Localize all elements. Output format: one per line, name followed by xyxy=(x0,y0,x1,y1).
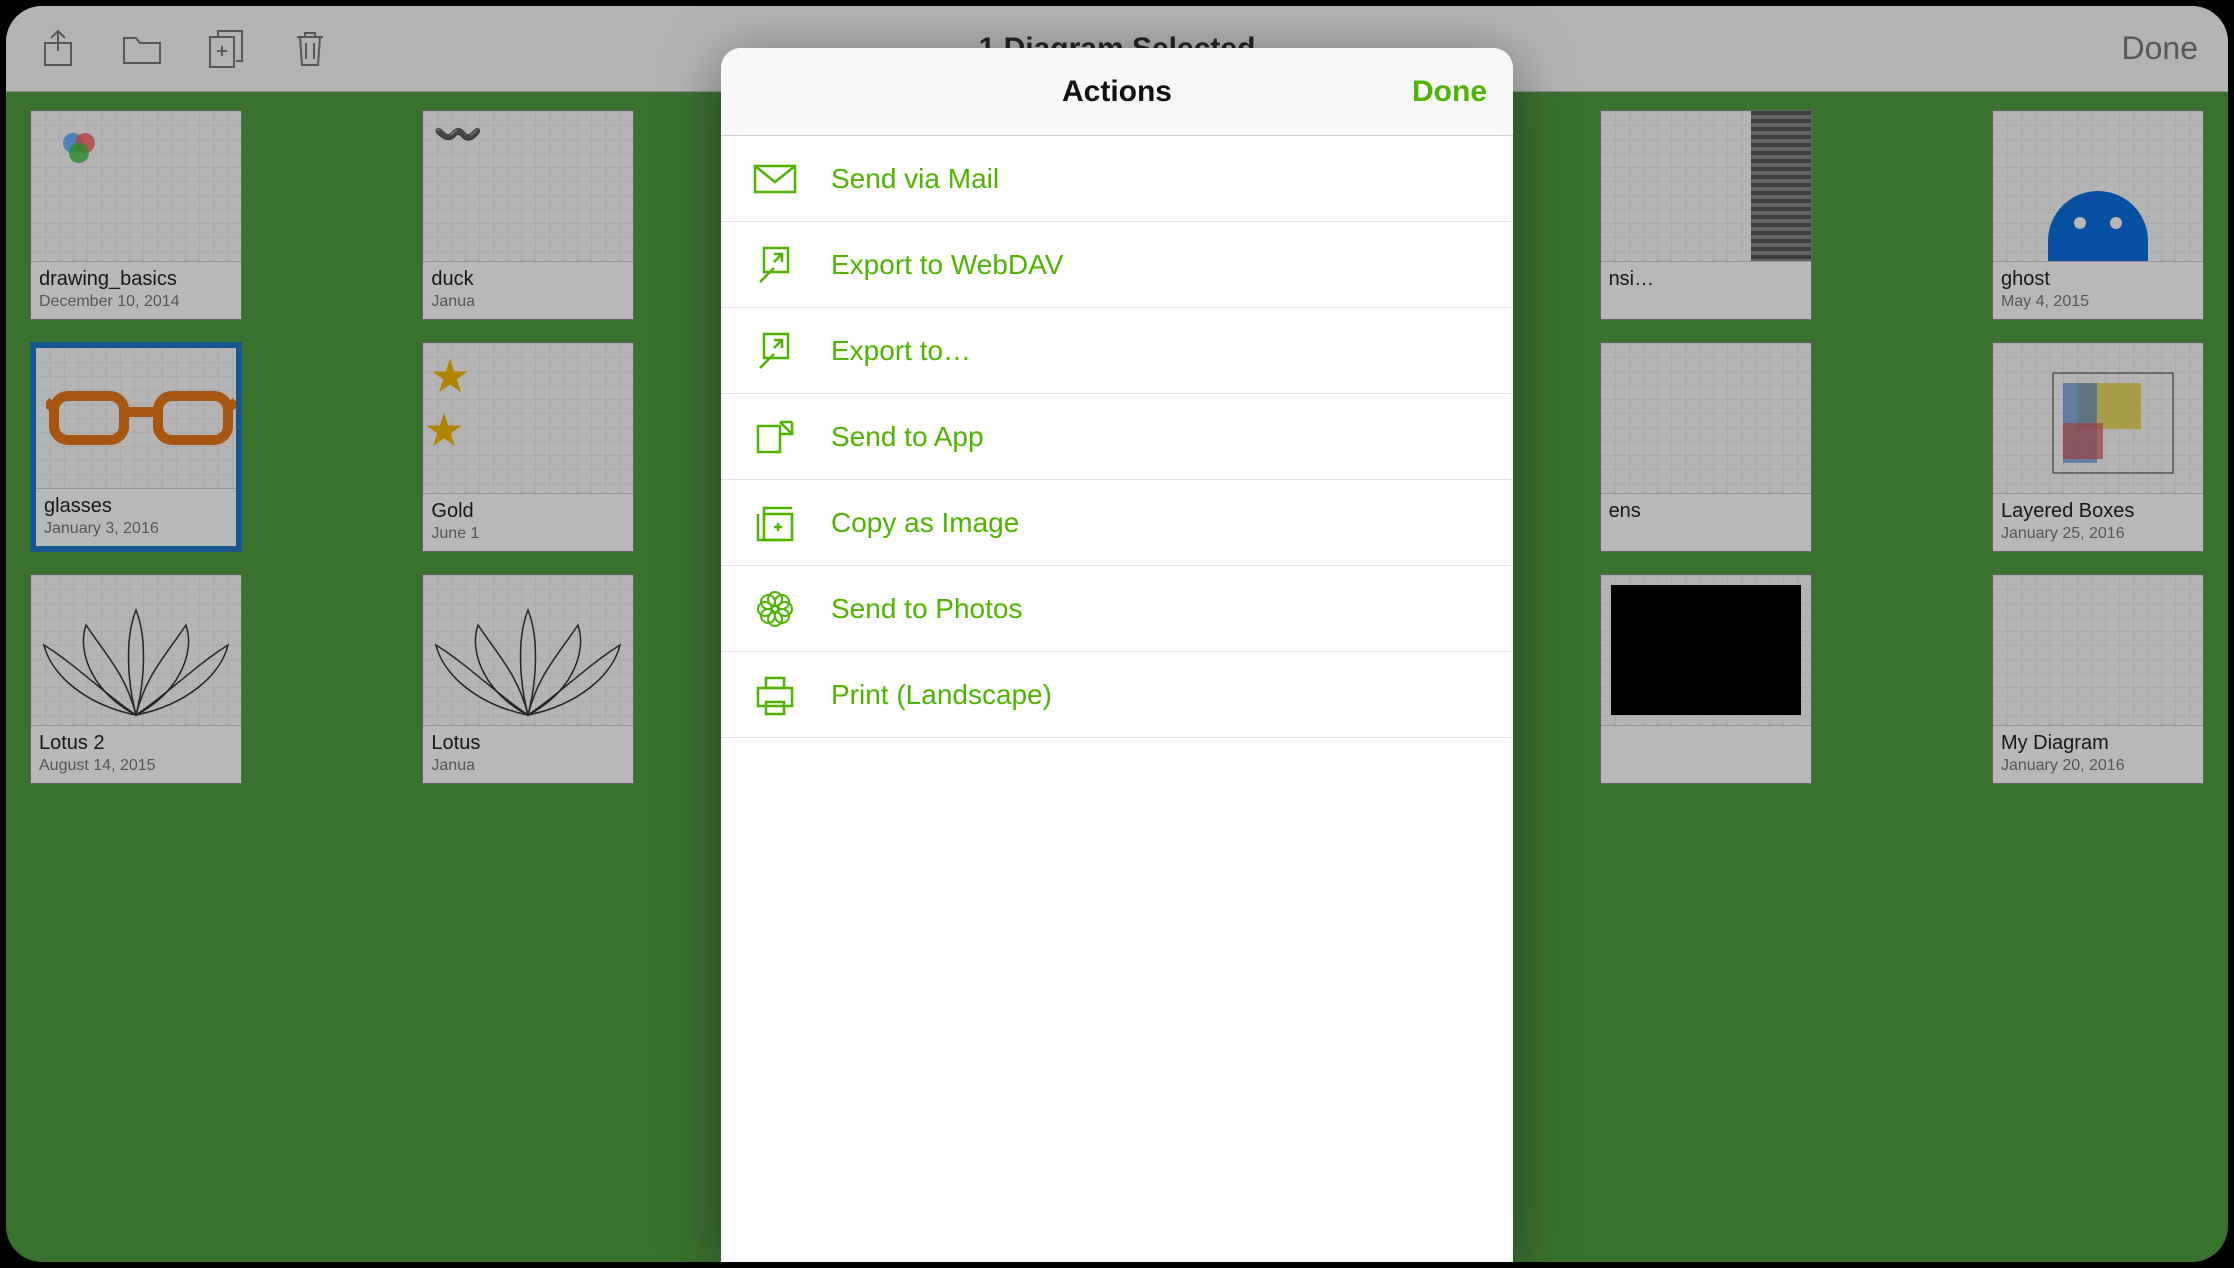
done-button-popover[interactable]: Done xyxy=(1412,75,1487,109)
action-export-to-webdav[interactable]: Export to WebDAV xyxy=(721,222,1513,308)
mail-icon xyxy=(751,155,799,203)
action-label: Print (Landscape) xyxy=(831,679,1052,711)
send-app-icon xyxy=(751,413,799,461)
action-send-via-mail[interactable]: Send via Mail xyxy=(721,136,1513,222)
print-icon xyxy=(751,671,799,719)
action-label: Send via Mail xyxy=(831,163,999,195)
export-icon xyxy=(751,327,799,375)
export-icon xyxy=(751,241,799,289)
action-label: Export to WebDAV xyxy=(831,249,1063,281)
action-label: Send to Photos xyxy=(831,593,1022,625)
action-label: Send to App xyxy=(831,421,984,453)
app-window: 1 Diagram Selected Done drawing_basics D… xyxy=(6,6,2228,1262)
action-send-to-app[interactable]: Send to App xyxy=(721,394,1513,480)
action-export-to[interactable]: Export to… xyxy=(721,308,1513,394)
copy-image-icon xyxy=(751,499,799,547)
action-send-to-photos[interactable]: Send to Photos xyxy=(721,566,1513,652)
action-copy-as-image[interactable]: Copy as Image xyxy=(721,480,1513,566)
action-label: Export to… xyxy=(831,335,971,367)
popover-list: Send via Mail Export to WebDAV Export to… xyxy=(721,136,1513,1262)
popover-header: Actions Done xyxy=(721,48,1513,136)
actions-popover: Actions Done Send via Mail Export to Web… xyxy=(721,48,1513,1262)
popover-title: Actions xyxy=(1062,75,1172,109)
photos-icon xyxy=(751,585,799,633)
action-label: Copy as Image xyxy=(831,507,1019,539)
action-print-landscape[interactable]: Print (Landscape) xyxy=(721,652,1513,738)
